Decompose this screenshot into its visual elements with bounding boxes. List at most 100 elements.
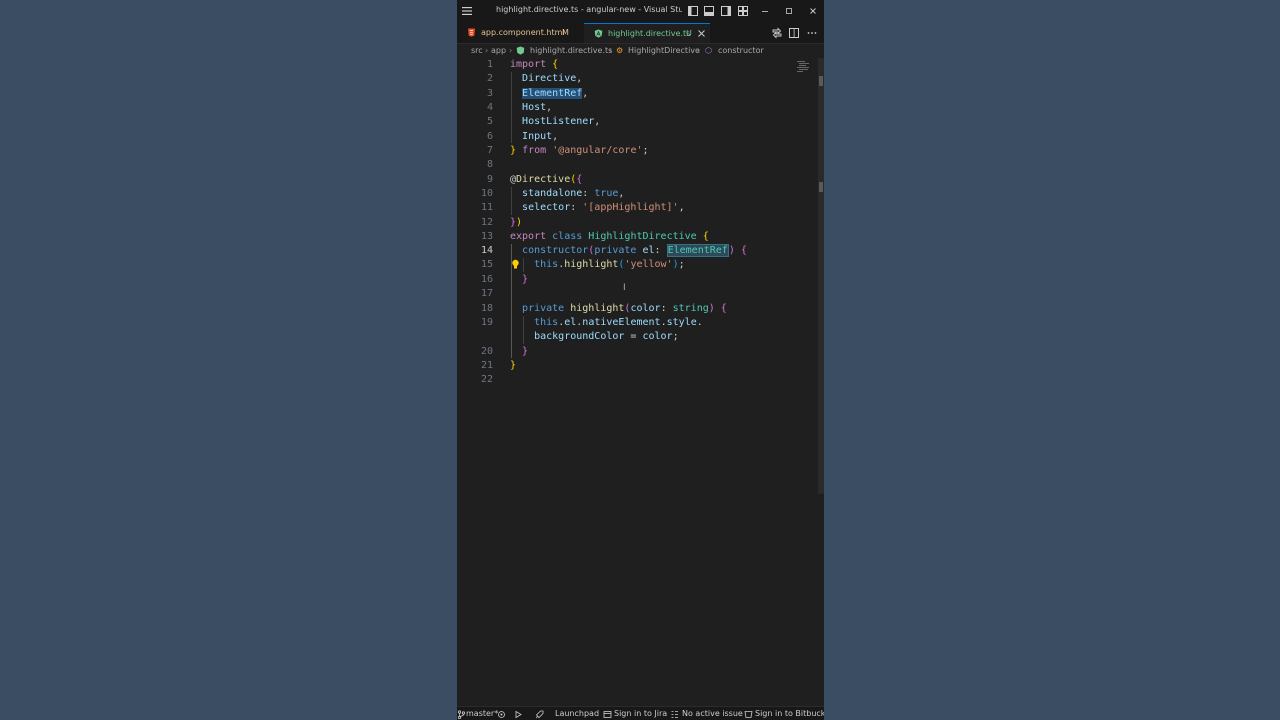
breadcrumb-app[interactable]: app bbox=[491, 46, 506, 55]
code-line: selector: '[appHighlight]', bbox=[522, 202, 685, 213]
tab-label: highlight.directive.ts bbox=[608, 29, 691, 38]
line-number: 12 bbox=[480, 217, 493, 228]
split-editor-icon[interactable] bbox=[788, 27, 800, 39]
code-line: this.el.nativeElement.style. bbox=[534, 317, 703, 328]
line-number-active: 14 bbox=[480, 245, 493, 256]
tab-label: app.component.html bbox=[481, 28, 565, 37]
line-number: 19 bbox=[480, 317, 493, 328]
line-number: 16 bbox=[480, 274, 493, 285]
line-number: 4 bbox=[486, 102, 493, 113]
line-number: 17 bbox=[480, 288, 493, 299]
line-number: 22 bbox=[480, 374, 493, 385]
code-line: } bbox=[510, 360, 517, 371]
line-number: 5 bbox=[486, 116, 493, 127]
breadcrumb-separator-icon: › bbox=[509, 46, 513, 55]
code-line: Host, bbox=[522, 102, 553, 113]
line-number: 11 bbox=[480, 202, 493, 213]
code-line: }) bbox=[510, 217, 523, 228]
line-number: 13 bbox=[480, 231, 493, 242]
git-status-badge: M bbox=[562, 28, 569, 37]
code-line: @Directive({ bbox=[510, 174, 583, 185]
breadcrumb-separator-icon: › bbox=[609, 46, 613, 55]
close-window-icon[interactable] bbox=[806, 4, 820, 18]
line-number: 6 bbox=[486, 131, 493, 142]
issue-icon bbox=[671, 711, 678, 718]
customize-layout-icon[interactable] bbox=[737, 5, 749, 17]
toggle-panel-icon[interactable] bbox=[703, 5, 715, 17]
minimize-icon[interactable] bbox=[758, 4, 772, 18]
jira-sign-in-button[interactable]: Sign in to Jira bbox=[614, 709, 667, 718]
text-cursor-icon: I bbox=[623, 283, 626, 293]
code-line: import { bbox=[510, 59, 559, 70]
line-number: 20 bbox=[480, 346, 493, 357]
close-tab-icon[interactable] bbox=[697, 29, 706, 38]
line-number: 1 bbox=[486, 59, 493, 70]
code-line: ElementRef, bbox=[522, 88, 589, 99]
git-branch-icon bbox=[457, 710, 466, 719]
background-left bbox=[0, 0, 457, 720]
code-line: } bbox=[522, 346, 529, 357]
line-number: 2 bbox=[486, 73, 493, 84]
lightbulb-icon[interactable] bbox=[511, 259, 520, 270]
open-changes-icon[interactable] bbox=[771, 27, 783, 39]
breadcrumb: src › app › highlight.directive.ts › ⚙ H… bbox=[457, 44, 824, 58]
breadcrumb-src[interactable]: src bbox=[471, 46, 483, 55]
background-right bbox=[824, 0, 1280, 720]
line-number: 7 bbox=[486, 145, 493, 156]
line-number: 10 bbox=[480, 188, 493, 199]
scrollbar-marker bbox=[819, 76, 823, 86]
breadcrumb-separator-icon: › bbox=[485, 46, 489, 55]
line-number: 21 bbox=[480, 360, 493, 371]
active-issue-label[interactable]: No active issue bbox=[682, 709, 743, 718]
git-branch-label[interactable]: master* bbox=[466, 709, 498, 718]
window-title: highlight.directive.ts - angular-new - V… bbox=[496, 5, 682, 14]
code-editor[interactable]: 1 2 3 4 5 6 7 8 9 10 11 12 13 14 15 16 1… bbox=[457, 58, 824, 706]
vscode-window: highlight.directive.ts - angular-new - V… bbox=[457, 0, 824, 720]
breadcrumb-method[interactable]: constructor bbox=[718, 46, 764, 55]
html-file-icon bbox=[468, 28, 475, 37]
rocket-icon bbox=[535, 710, 544, 719]
bitbucket-icon bbox=[744, 711, 753, 718]
launchpad-button[interactable]: Launchpad bbox=[555, 709, 599, 718]
breadcrumb-class[interactable]: HighlightDirective bbox=[628, 46, 700, 55]
title-bar: highlight.directive.ts - angular-new - V… bbox=[457, 0, 824, 23]
toggle-primary-sidebar-icon[interactable] bbox=[687, 5, 699, 17]
angular-file-icon bbox=[516, 46, 525, 55]
class-symbol-icon: ⚙ bbox=[616, 46, 624, 55]
more-actions-icon[interactable] bbox=[806, 27, 818, 39]
scrollbar-marker bbox=[819, 182, 823, 192]
code-line: this.highlight('yellow'); bbox=[534, 259, 685, 270]
code-line: Input, bbox=[522, 131, 559, 142]
code-line: backgroundColor = color; bbox=[534, 331, 679, 342]
method-symbol-icon: ⬡ bbox=[705, 46, 712, 55]
code-line: standalone: true, bbox=[522, 188, 625, 199]
code-line: private highlight(color: string) { bbox=[522, 303, 727, 314]
line-number: 15 bbox=[480, 259, 493, 270]
tab-highlight-directive-ts[interactable]: highlight.directive.ts U bbox=[584, 23, 710, 43]
angular-file-icon bbox=[594, 29, 603, 38]
vertical-scrollbar[interactable] bbox=[818, 58, 824, 494]
code-line: } bbox=[522, 274, 529, 285]
line-number: 3 bbox=[486, 88, 493, 99]
status-bar: master* Launchpad Sign in to Jira No act… bbox=[457, 706, 824, 720]
code-line: constructor(private el: ElementRef) { bbox=[522, 244, 747, 257]
line-number: 8 bbox=[486, 159, 493, 170]
line-number: 9 bbox=[486, 174, 493, 185]
breadcrumb-separator-icon: › bbox=[697, 46, 701, 55]
code-line: Directive, bbox=[522, 73, 583, 84]
breadcrumb-file[interactable]: highlight.directive.ts bbox=[530, 46, 612, 55]
git-status-badge: U bbox=[686, 29, 692, 38]
debug-icon[interactable] bbox=[514, 710, 523, 719]
bitbucket-sign-in-button[interactable]: Sign in to Bitbucket bbox=[755, 709, 824, 718]
code-line: } from '@angular/core'; bbox=[510, 145, 649, 156]
maximize-icon[interactable] bbox=[782, 4, 796, 18]
hamburger-menu-icon[interactable] bbox=[460, 4, 474, 18]
minimap[interactable] bbox=[797, 60, 813, 74]
sync-icon[interactable] bbox=[497, 710, 506, 719]
tab-bar: app.component.html M highlight.directive… bbox=[457, 23, 824, 44]
line-number: 18 bbox=[480, 303, 493, 314]
tab-app-component-html[interactable]: app.component.html M bbox=[457, 23, 583, 43]
jira-icon bbox=[603, 711, 612, 718]
code-line: export class HighlightDirective { bbox=[510, 231, 709, 242]
toggle-secondary-sidebar-icon[interactable] bbox=[720, 5, 732, 17]
